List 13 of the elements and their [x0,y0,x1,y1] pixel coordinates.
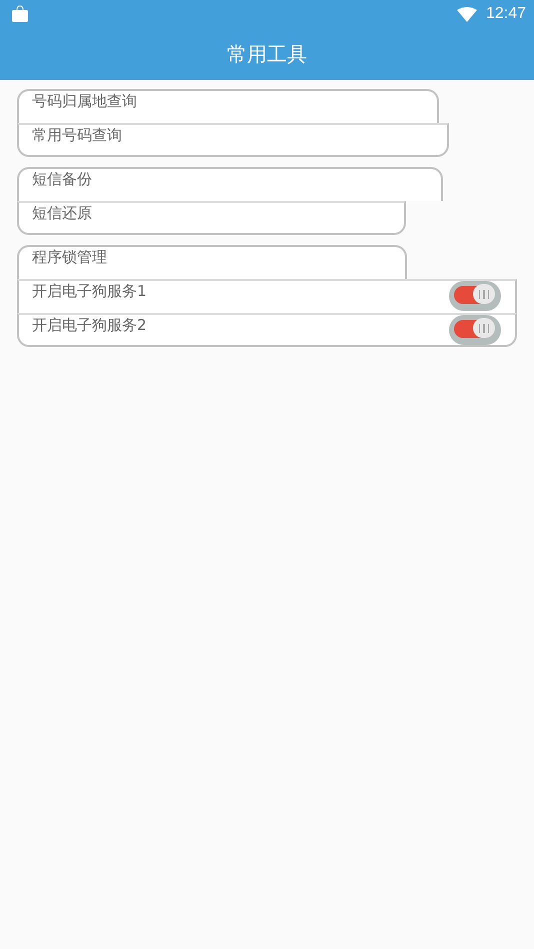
wifi-icon [456,6,477,22]
status-time: 12:47 [486,5,526,23]
list-item[interactable]: 常用号码查询 [17,123,449,157]
toggle-switch[interactable] [449,281,501,311]
list-item[interactable]: 开启电子狗服务2 [17,313,517,347]
list-item[interactable]: 短信备份 [17,167,443,201]
list-item[interactable]: 号码归属地查询 [17,89,439,123]
list-item[interactable]: 短信还原 [17,201,406,235]
list-item[interactable]: 开启电子狗服务1 [17,279,517,313]
shopping-bag-icon [11,5,29,23]
app-title: 常用工具 [227,40,307,68]
toggle-switch[interactable] [449,315,501,345]
list-item[interactable]: 程序锁管理 [17,245,407,279]
